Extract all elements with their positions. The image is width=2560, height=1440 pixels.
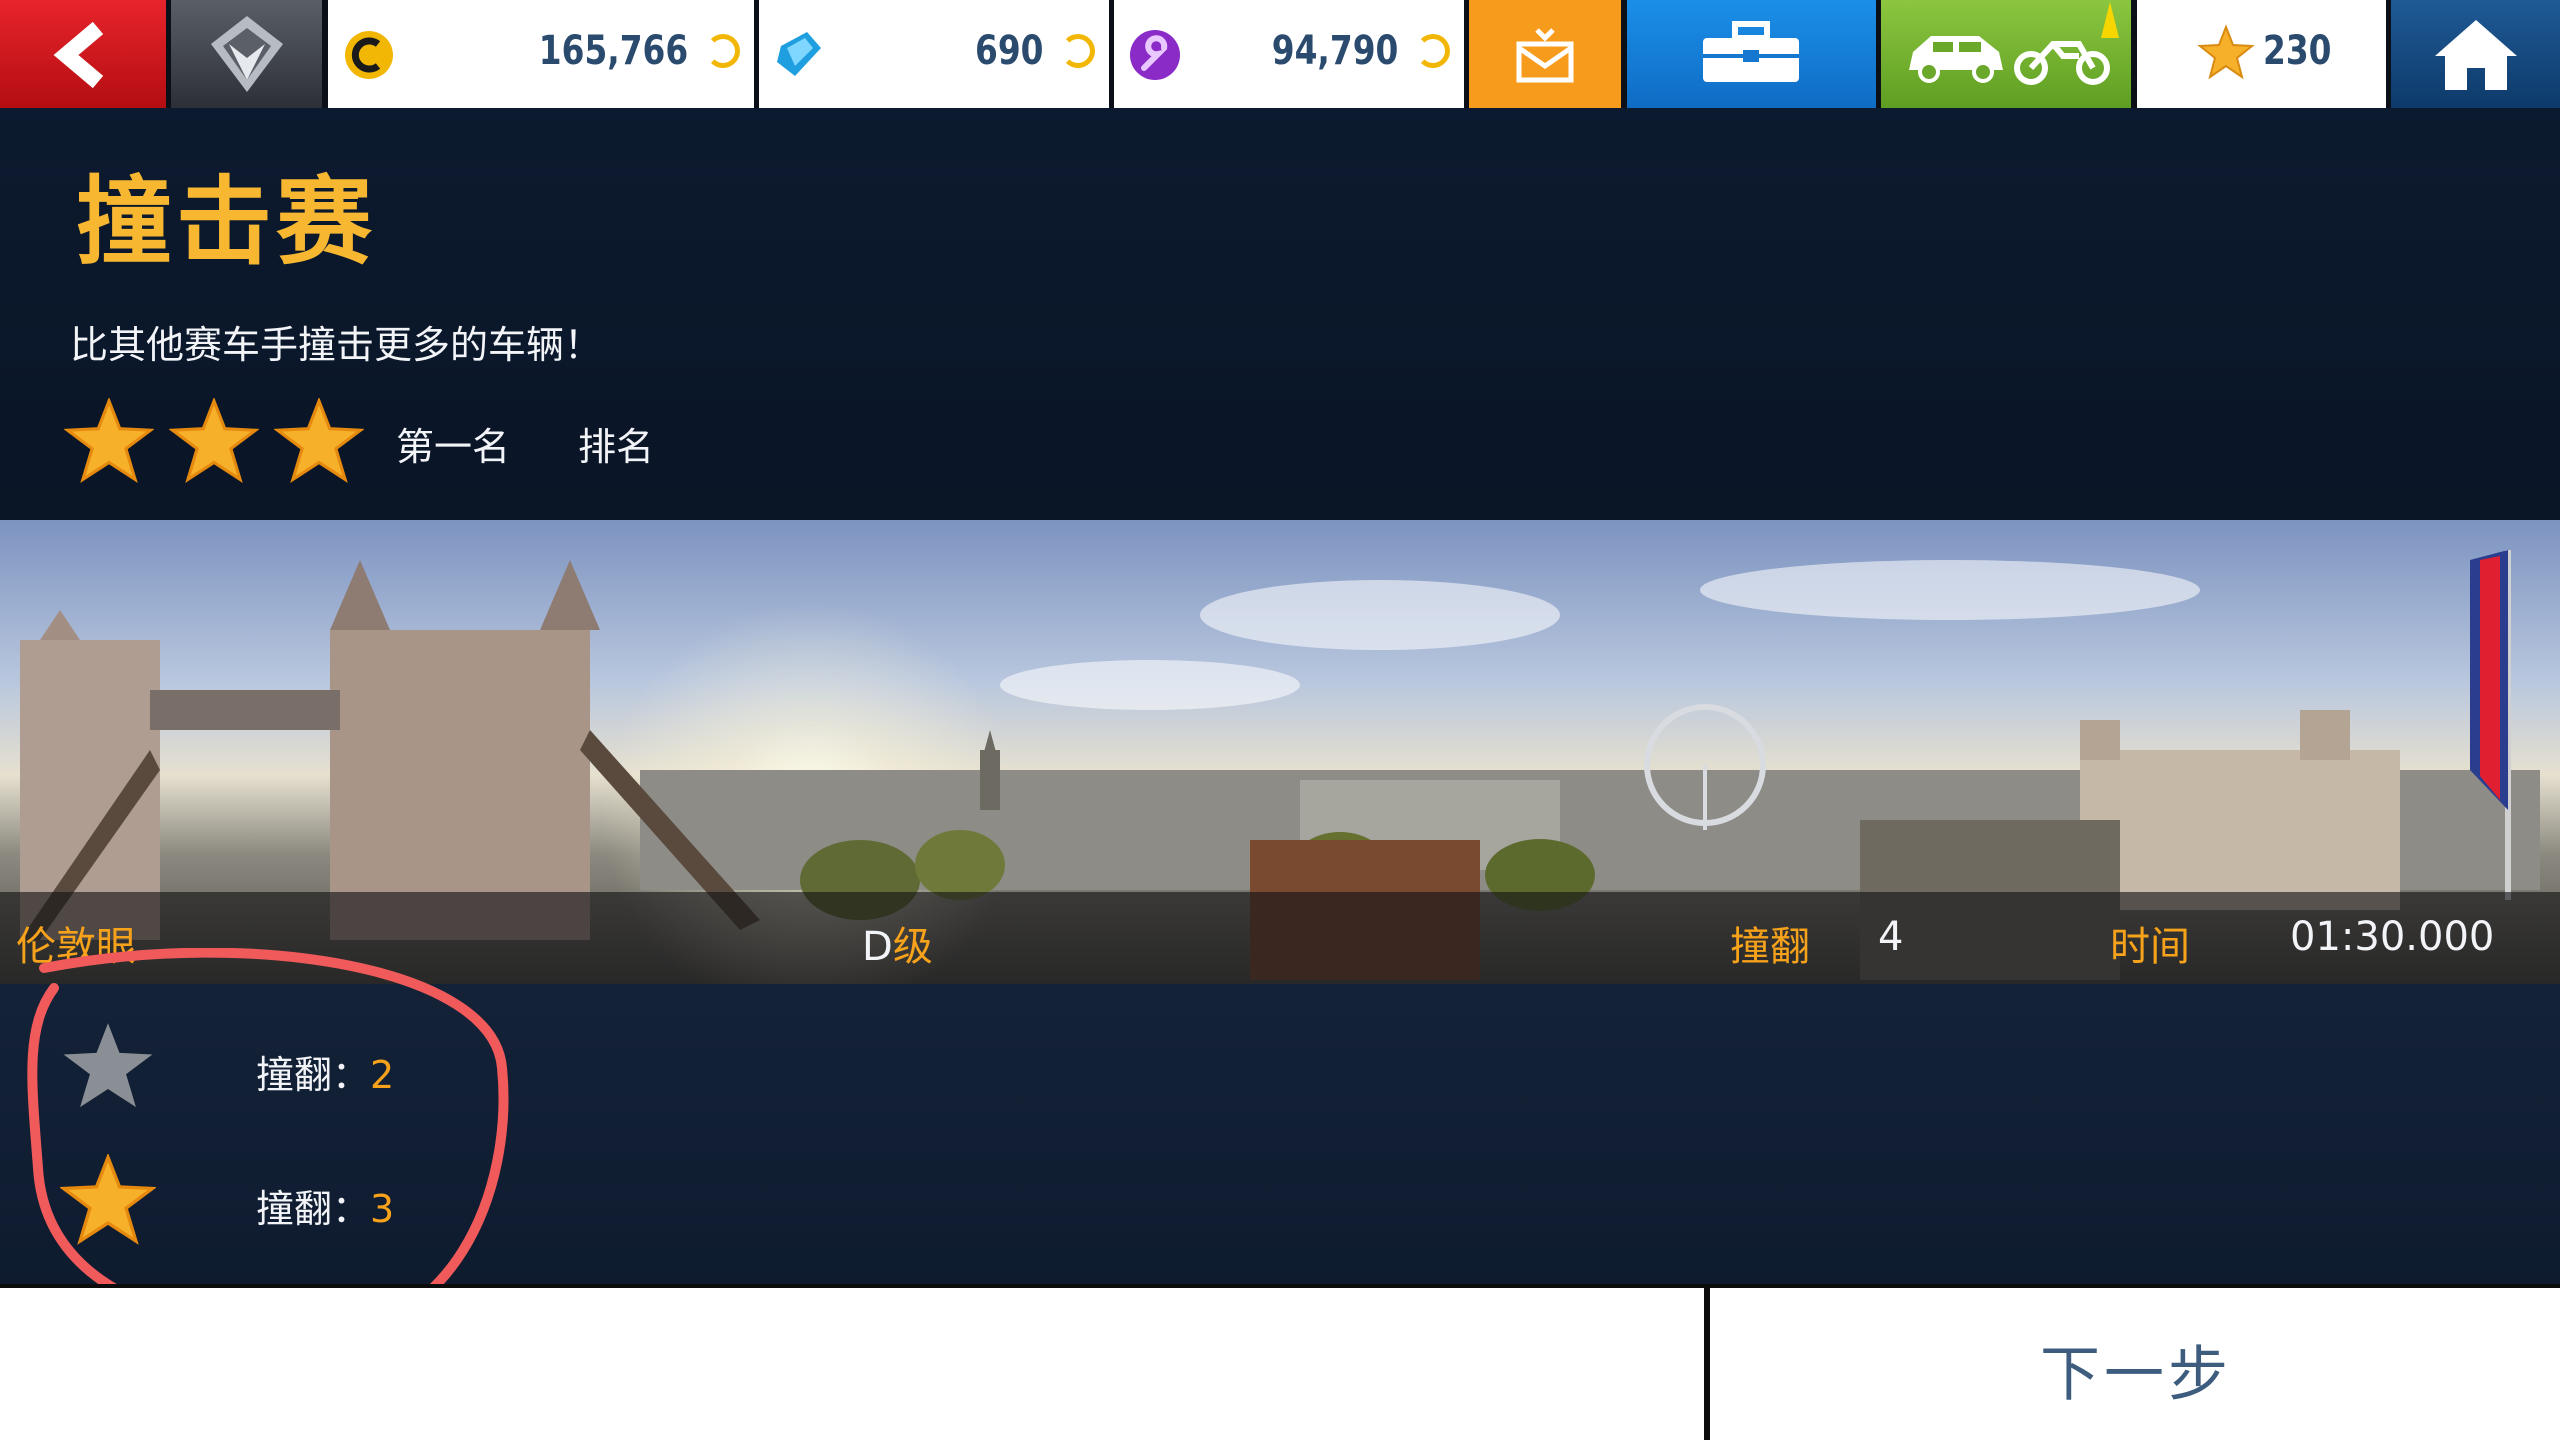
time-value: 01:30.000 [2290, 914, 2495, 960]
rank-emblem-icon [211, 16, 283, 92]
garage-button[interactable] [1881, 0, 2131, 108]
event-star-rating [63, 396, 374, 488]
back-button[interactable] [0, 0, 166, 108]
rank-button[interactable] [171, 0, 322, 108]
car-class: D级 [862, 914, 933, 972]
track-banner-image: 伦敦眼 D级 撞翻 4 时间 01:30.000 [0, 520, 2560, 984]
star-icon [2197, 24, 2255, 80]
event-title: 撞击赛 [76, 165, 376, 278]
condition-rank: 排名 [578, 425, 655, 469]
home-icon [2435, 20, 2517, 90]
credits-value: 165,766 [538, 28, 688, 74]
event-description: 比其他赛车手撞击更多的车辆！ [70, 323, 603, 367]
divider-vertical [1704, 1284, 1710, 1440]
car-class-suffix: 级 [892, 924, 933, 970]
home-button[interactable] [2391, 0, 2560, 108]
fusion-counter[interactable]: 94,790 [1114, 0, 1464, 108]
bottom-bar: 下一步 [0, 1284, 2560, 1440]
car-motorbike-icon [1909, 36, 2110, 85]
toolbox-button[interactable] [1627, 0, 1876, 108]
toolbox-icon [1703, 21, 1799, 82]
chevron-left-icon [53, 21, 104, 89]
star-icon [168, 396, 260, 483]
mail-download-icon [1516, 28, 1574, 83]
star-icon [273, 396, 365, 483]
event-header: 撞击赛 比其他赛车手撞击更多的车辆！ 第一名 排名 [0, 108, 2560, 520]
add-fusion-icon [1416, 34, 1450, 68]
top-bar: 165,766 690 94,790 230 [0, 0, 2560, 108]
star-icon [63, 396, 155, 483]
next-button[interactable]: 下一步 [2040, 1326, 2232, 1413]
token-icon [777, 32, 821, 76]
condition-first-place: 第一名 [396, 425, 511, 469]
wrench-icon [1130, 30, 1180, 80]
mail-button[interactable] [1469, 0, 1621, 108]
car-class-letter: D [862, 924, 893, 970]
divider-line [0, 1284, 2560, 1288]
add-credits-icon [706, 34, 740, 68]
credits-icon [345, 31, 393, 79]
star-counter[interactable]: 230 [2137, 0, 2386, 108]
crash-value: 4 [1878, 914, 1904, 960]
crash-label: 撞翻 [1730, 924, 1810, 970]
fusion-value: 94,790 [1271, 28, 1398, 74]
time-label: 时间 [2110, 924, 2190, 970]
add-tokens-icon [1061, 34, 1095, 68]
credits-counter[interactable]: 165,766 [328, 0, 754, 108]
tokens-counter[interactable]: 690 [759, 0, 1109, 108]
star-count-value: 230 [2263, 28, 2332, 74]
tokens-value: 690 [974, 28, 1043, 74]
